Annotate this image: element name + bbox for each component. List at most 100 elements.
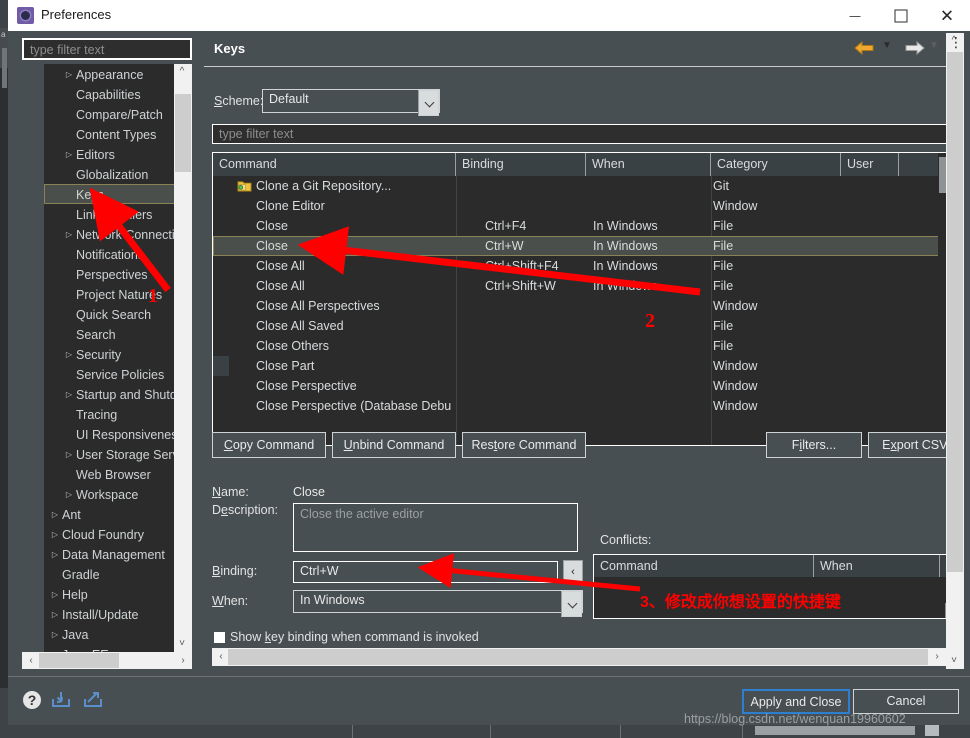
sidebar-item-network-connectio[interactable]: ▷ Network Connectio	[44, 224, 192, 244]
help-icon[interactable]: ?	[22, 690, 42, 710]
sidebar-item-workspace[interactable]: ▷ Workspace	[44, 484, 192, 504]
sidebar-item-install-update[interactable]: ▷ Install/Update	[44, 604, 192, 624]
chevron-right-icon[interactable]: ▷	[62, 65, 76, 85]
sidebar-item-search[interactable]: Search	[44, 324, 192, 344]
table-row[interactable]: Close All Saved File	[213, 316, 951, 336]
forward-arrow-icon[interactable]	[900, 38, 926, 58]
sidebar-item-web-browser[interactable]: Web Browser	[44, 464, 192, 484]
preferences-tree[interactable]: ▷ Appearance Capabilities Compare/Patch Cont…	[44, 64, 192, 652]
table-row[interactable]: Close All Perspectives Window	[213, 296, 951, 316]
show-key-binding-checkbox[interactable]	[214, 632, 225, 643]
table-row[interactable]: Clone Editor Window	[213, 196, 951, 216]
filters-button[interactable]: Filters...	[766, 432, 862, 458]
chevron-right-icon[interactable]: ▷	[48, 625, 62, 645]
table-row[interactable]: Close Part Window	[213, 356, 951, 376]
scroll-right-icon[interactable]: ›	[175, 653, 191, 669]
sidebar-item-editors[interactable]: ▷ Editors	[44, 144, 192, 164]
close-button[interactable]: ✕	[924, 0, 970, 31]
sidebar-item-startup-and-shutdo[interactable]: ▷ Startup and Shutdo	[44, 384, 192, 404]
chevron-right-icon[interactable]: ▷	[62, 385, 76, 405]
sidebar-item-keys[interactable]: Keys	[44, 184, 192, 204]
binding-insert-button[interactable]: ‹	[563, 560, 583, 584]
table-row[interactable]: Close Perspective Window	[213, 376, 951, 396]
show-key-binding-label[interactable]: Show key binding when command is invoked	[230, 630, 479, 644]
column-header-when[interactable]: When	[586, 153, 711, 176]
export-icon[interactable]	[82, 690, 104, 710]
restore-command-button[interactable]: Restore Command	[462, 432, 586, 458]
column-header-command[interactable]: Command	[213, 153, 456, 176]
table-row[interactable]: Clone a Git Repository... Git	[213, 176, 951, 196]
column-header-category[interactable]: Category	[711, 153, 841, 176]
sidebar-item-java-ee[interactable]: ▷Java EE	[44, 644, 192, 652]
chevron-right-icon[interactable]: ▷	[62, 145, 76, 165]
maximize-button[interactable]	[878, 0, 924, 31]
sidebar-item-project-natures[interactable]: Project Natures	[44, 284, 192, 304]
copy-command-button[interactable]: Copy Command	[212, 432, 326, 458]
table-row[interactable]: Close All Ctrl+Shift+F4 In Windows File	[213, 256, 951, 276]
back-dropdown-icon[interactable]: ▼	[882, 40, 892, 51]
chevron-right-icon[interactable]: ▷	[48, 505, 62, 525]
sidebar-item-security[interactable]: ▷ Security	[44, 344, 192, 364]
sidebar-item-cloud-foundry[interactable]: ▷ Cloud Foundry	[44, 524, 192, 544]
chevron-right-icon[interactable]: ▷	[48, 525, 62, 545]
sidebar-item-help[interactable]: ▷ Help	[44, 584, 192, 604]
scroll-left-icon[interactable]: ‹	[213, 649, 229, 665]
chevron-down-icon[interactable]	[418, 90, 439, 116]
apply-and-close-button[interactable]: Apply and Close	[742, 689, 850, 714]
table-row[interactable]: Close Ctrl+F4 In Windows File	[213, 216, 951, 236]
sidebar-item-ui-responsiveness[interactable]: UI Responsiveness	[44, 424, 192, 444]
unbind-command-button[interactable]: Unbind Command	[332, 432, 456, 458]
import-icon[interactable]	[50, 690, 72, 710]
page-scroll-thumb[interactable]	[947, 52, 963, 572]
sidebar-item-compare-patch[interactable]: Compare/Patch	[44, 104, 192, 124]
minimize-button[interactable]	[832, 0, 878, 31]
when-select[interactable]: In Windows	[293, 590, 583, 617]
cancel-button[interactable]: Cancel	[853, 689, 959, 714]
chevron-right-icon[interactable]: ▷	[62, 445, 76, 465]
conflicts-table[interactable]: Command When	[593, 554, 958, 619]
sidebar-item-gradle[interactable]: Gradle	[44, 564, 192, 584]
table-row[interactable]: Close All Ctrl+Shift+W In Windows File	[213, 276, 951, 296]
chevron-right-icon[interactable]: ▷	[48, 645, 62, 652]
sidebar-item-data-management[interactable]: ▷ Data Management	[44, 544, 192, 564]
scroll-left-icon[interactable]: ‹	[23, 653, 39, 669]
scheme-select[interactable]: Default	[262, 89, 440, 116]
table-row[interactable]: Close Perspective (Database Debu Window	[213, 396, 951, 416]
scroll-right-icon[interactable]: ›	[929, 649, 945, 665]
column-header-user[interactable]: User	[841, 153, 899, 176]
table-row[interactable]: Close Ctrl+W In Windows File	[213, 236, 951, 256]
chevron-right-icon[interactable]: ▷	[62, 345, 76, 365]
chevron-right-icon[interactable]: ▷	[62, 485, 76, 505]
sidebar-item-perspectives[interactable]: Perspectives	[44, 264, 192, 284]
chevron-right-icon[interactable]: ▷	[48, 585, 62, 605]
tree-scroll-thumb[interactable]	[175, 94, 191, 172]
table-filter-input[interactable]: type filter text	[212, 124, 952, 144]
binding-input[interactable]: Ctrl+W	[293, 561, 558, 583]
sidebar-item-service-policies[interactable]: Service Policies	[44, 364, 192, 384]
page-hscroll-thumb[interactable]	[228, 649, 928, 665]
scroll-down-icon[interactable]: ˅	[174, 636, 190, 652]
sidebar-item-globalization[interactable]: Globalization	[44, 164, 192, 184]
sidebar-item-java[interactable]: ▷ Java	[44, 624, 192, 644]
table-body[interactable]: Clone a Git Repository... Git Clone Editor…	[213, 176, 951, 445]
left-filter-input[interactable]: type filter text	[22, 38, 192, 60]
description-field[interactable]: Close the active editor	[293, 503, 578, 552]
sidebar-item-notifications[interactable]: Notifications	[44, 244, 192, 264]
sidebar-item-link-handlers[interactable]: Link Handlers	[44, 204, 192, 224]
back-arrow-icon[interactable]	[853, 38, 879, 58]
scroll-up-icon[interactable]: ^	[174, 64, 190, 80]
chevron-down-icon[interactable]	[561, 591, 582, 617]
table-row[interactable]: Close Others File	[213, 336, 951, 356]
column-header-binding[interactable]: Binding	[456, 153, 586, 176]
sidebar-item-appearance[interactable]: ▷ Appearance	[44, 64, 192, 84]
sidebar-item-ant[interactable]: ▷ Ant	[44, 504, 192, 524]
sidebar-item-quick-search[interactable]: Quick Search	[44, 304, 192, 324]
chevron-right-icon[interactable]: ▷	[48, 605, 62, 625]
view-menu-icon[interactable]: ⋮	[949, 35, 963, 49]
key-bindings-table[interactable]: Command Binding When Category User Clone…	[212, 152, 952, 446]
sidebar-item-tracing[interactable]: Tracing	[44, 404, 192, 424]
sidebar-item-capabilities[interactable]: Capabilities	[44, 84, 192, 104]
sidebar-item-user-storage-servic[interactable]: ▷ User Storage Servic	[44, 444, 192, 464]
scroll-down-icon[interactable]: ˅	[946, 653, 962, 669]
chevron-right-icon[interactable]: ▷	[62, 225, 76, 245]
